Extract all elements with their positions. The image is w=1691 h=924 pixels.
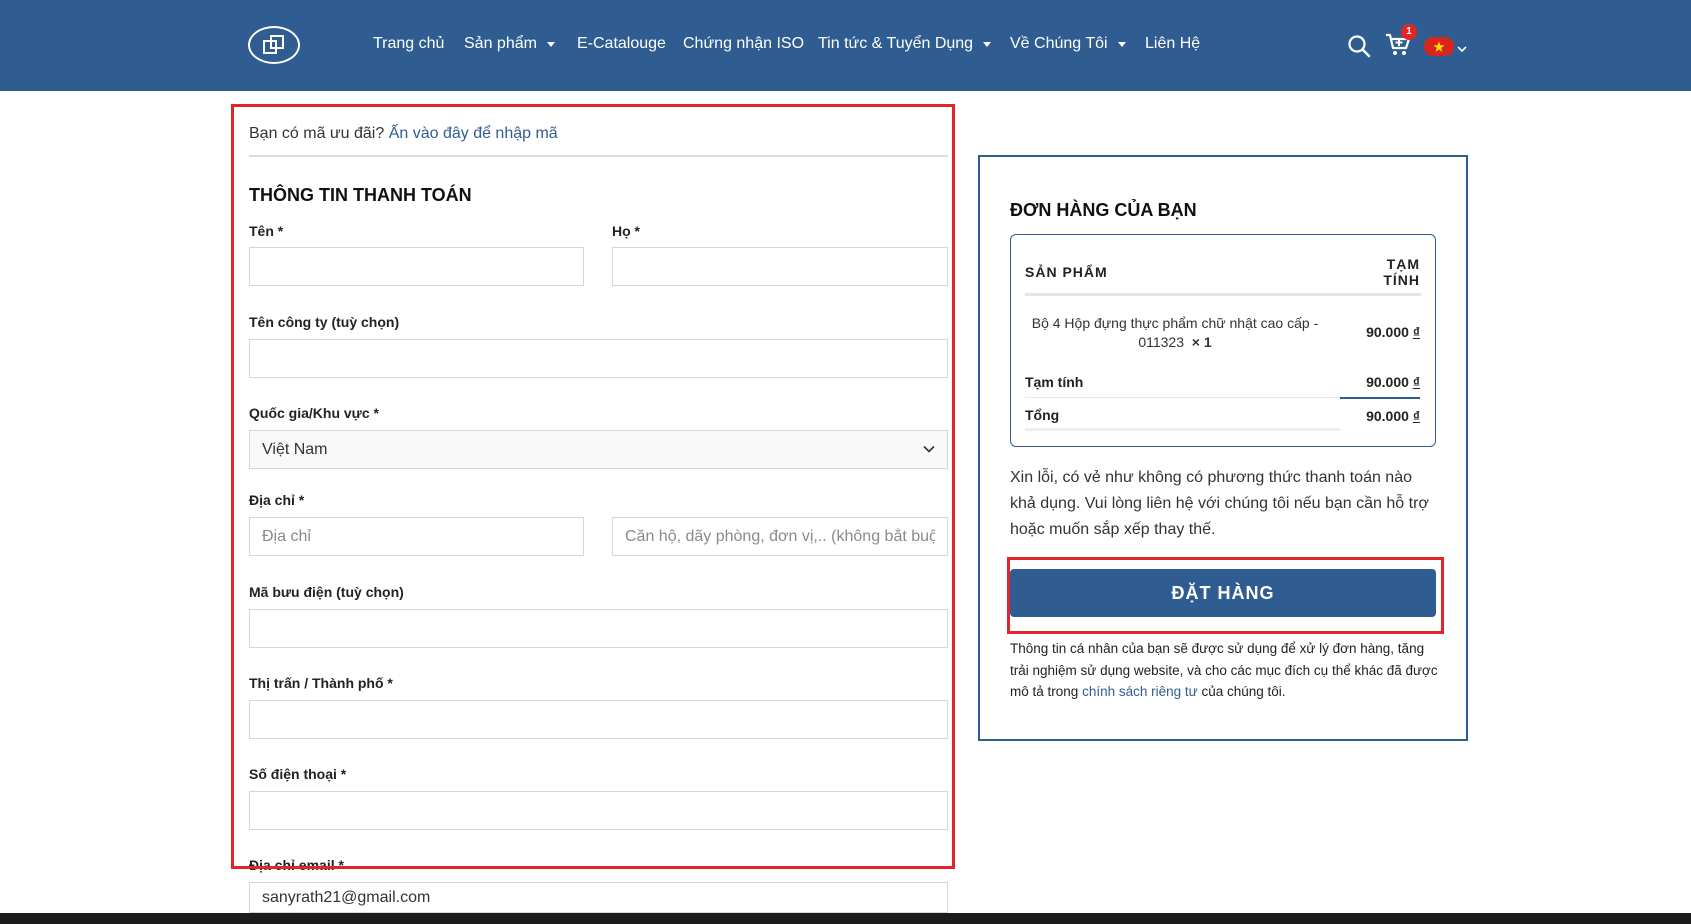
caret-down-icon (546, 41, 555, 47)
country-label: Quốc gia/Khu vực * (249, 405, 379, 421)
divider (1340, 397, 1420, 399)
postcode-input[interactable] (249, 609, 948, 648)
address-input[interactable] (249, 517, 584, 556)
cart-count-badge: 1 (1401, 24, 1417, 40)
order-title: ĐƠN HÀNG CỦA BẠN (1010, 200, 1197, 220)
order-item-qty: × 1 (1191, 334, 1212, 350)
divider (1025, 428, 1340, 431)
phone-label: Số điện thoại * (249, 766, 347, 782)
vietnam-flag-icon[interactable] (1424, 37, 1454, 56)
order-item-price: 90.000 ₫ (1366, 324, 1420, 340)
nav-news-careers[interactable]: Tin tức & Tuyển Dụng (818, 35, 992, 53)
order-item-name: Bộ 4 Hộp đựng thực phẩm chữ nhật cao cấp… (1031, 315, 1319, 350)
billing-title: THÔNG TIN THANH TOÁN (249, 185, 472, 205)
highlight-billing-form (231, 104, 955, 869)
privacy-notice: Thông tin cá nhân của bạn sẽ được sử dụn… (1010, 641, 1438, 699)
last-name-label: Họ * (612, 223, 640, 239)
country-select[interactable]: Việt Nam (249, 430, 948, 469)
divider (249, 155, 948, 157)
total-label: Tổng (1025, 407, 1060, 423)
first-name-input[interactable] (249, 247, 584, 286)
nav-iso[interactable]: Chứng nhận ISO (683, 35, 804, 53)
subtotal-label: Tạm tính (1025, 374, 1084, 390)
column-header-product: SẢN PHẨM (1025, 264, 1108, 280)
subtotal-value: 90.000 ₫ (1366, 374, 1420, 390)
divider (1025, 293, 1421, 296)
city-input[interactable] (249, 700, 948, 739)
caret-down-icon (1117, 41, 1126, 47)
taskbar (0, 913, 1691, 924)
chevron-down-icon[interactable] (1457, 40, 1467, 58)
column-header-subtotal: TẠM TÍNH (1383, 256, 1420, 288)
caret-down-icon (983, 41, 992, 47)
logo-icon[interactable] (248, 26, 300, 64)
city-label: Thị trấn / Thành phố * (249, 675, 393, 691)
email-input[interactable] (249, 882, 948, 913)
company-input[interactable] (249, 339, 948, 378)
search-icon[interactable] (1347, 34, 1371, 63)
phone-input[interactable] (249, 791, 948, 830)
privacy-policy-link[interactable]: chính sách riêng tư (1082, 684, 1198, 699)
site-header: Trang chủ Sản phẩm E-Catalouge Chứng nhậ… (0, 0, 1691, 91)
address2-input[interactable] (612, 517, 948, 556)
total-value: 90.000 ₫ (1366, 408, 1420, 424)
address-label: Địa chỉ * (249, 492, 305, 508)
divider (1025, 397, 1340, 398)
nav-products[interactable]: Sản phẩm (464, 35, 555, 53)
place-order-button[interactable]: ĐẶT HÀNG (1010, 569, 1436, 617)
last-name-input[interactable] (612, 247, 948, 286)
email-label: Địa chỉ email * (249, 857, 344, 873)
nav-contact[interactable]: Liên Hệ (1145, 35, 1200, 53)
nav-about[interactable]: Về Chúng Tôi (1010, 35, 1126, 53)
no-payment-notice: Xin lỗi, có vẻ như không có phương thức … (1010, 469, 1429, 538)
first-name-label: Tên * (249, 223, 284, 239)
nav-home[interactable]: Trang chủ (373, 35, 444, 53)
chevron-down-icon (923, 445, 935, 453)
postcode-label: Mã bưu điện (tuỳ chọn) (249, 584, 404, 600)
nav-ecatalogue[interactable]: E-Catalouge (577, 35, 666, 53)
coupon-notice: Bạn có mã ưu đãi? Ấn vào đây để nhập mã (249, 125, 558, 142)
enter-coupon-link[interactable]: Ấn vào đây để nhập mã (389, 125, 558, 142)
company-label: Tên công ty (tuỳ chọn) (249, 314, 400, 330)
